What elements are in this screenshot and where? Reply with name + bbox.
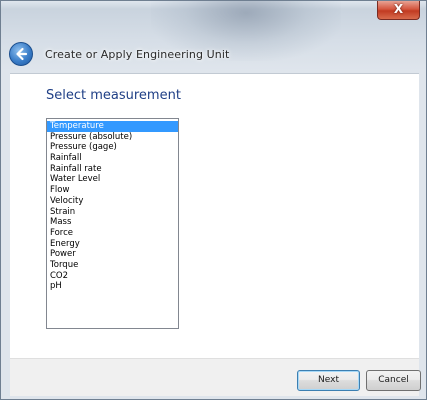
button-bar: Next Cancel: [10, 358, 421, 396]
list-item[interactable]: Rainfall rate: [47, 164, 178, 175]
list-item[interactable]: Velocity: [47, 196, 178, 207]
window-title: Create or Apply Engineering Unit: [45, 47, 230, 61]
list-item[interactable]: Mass: [47, 217, 178, 228]
title-bar: Create or Apply Engineering Unit: [9, 39, 229, 69]
list-item[interactable]: Strain: [47, 207, 178, 218]
close-icon[interactable]: X: [394, 2, 403, 16]
list-item[interactable]: Energy: [47, 239, 178, 250]
close-button[interactable]: X: [377, 1, 420, 20]
back-button[interactable]: [9, 42, 33, 66]
next-button[interactable]: Next: [297, 370, 360, 391]
measurement-listbox[interactable]: Temperature Pressure (absolute) Pressure (…: [46, 118, 179, 329]
back-arrow-icon[interactable]: [14, 47, 28, 61]
list-item[interactable]: Rainfall: [47, 153, 178, 164]
list-item[interactable]: Flow: [47, 185, 178, 196]
page-heading: Select measurement: [46, 88, 181, 103]
list-item[interactable]: Pressure (gage): [47, 142, 178, 153]
list-item[interactable]: Torque: [47, 260, 178, 271]
list-item[interactable]: CO2: [47, 271, 178, 282]
cancel-button[interactable]: Cancel: [366, 370, 421, 391]
dialog-window: X Create or Apply Engineering Unit Selec…: [0, 0, 427, 400]
list-item[interactable]: Pressure (absolute): [47, 132, 178, 143]
list-item[interactable]: Force: [47, 228, 178, 239]
list-item[interactable]: Water Level: [47, 174, 178, 185]
list-item[interactable]: Temperature: [47, 121, 178, 132]
content-panel: Select measurement Temperature Pressure (…: [10, 73, 419, 358]
list-item[interactable]: pH: [47, 281, 178, 292]
list-item[interactable]: Power: [47, 249, 178, 260]
